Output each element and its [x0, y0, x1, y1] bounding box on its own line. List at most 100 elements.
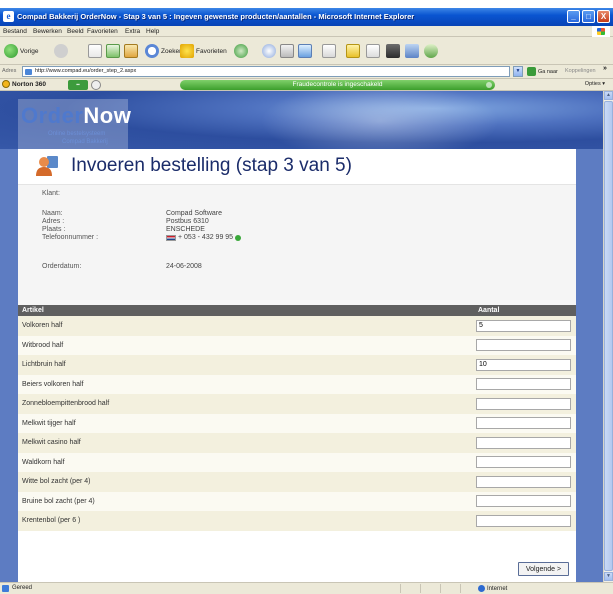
fraud-status-bar[interactable]: Fraudecontrole is ingeschakeld	[180, 80, 495, 90]
aantal-cell	[474, 394, 576, 414]
norton-safe-button[interactable]: ▪▪	[68, 80, 88, 90]
telefoon-value[interactable]: + 053 - 432 99 95	[166, 234, 242, 241]
user-icon	[36, 156, 58, 176]
norton-name: Norton 360	[12, 80, 46, 88]
toolbar: Vorige Zoeken Favorieten	[0, 38, 613, 65]
maximize-button[interactable]: □	[582, 10, 595, 23]
customer-info: Klant: Naam: Compad Software Adres : Pos…	[18, 185, 576, 305]
aantal-cell	[474, 335, 576, 355]
artikel-cell: Bruine bol zacht (per 4)	[18, 491, 474, 511]
aantal-cell	[474, 316, 576, 336]
mail-icon[interactable]	[262, 44, 276, 58]
back-button[interactable]: Vorige	[4, 43, 38, 59]
status-divider	[460, 584, 461, 593]
back-label: Vorige	[20, 47, 39, 55]
globe-icon[interactable]	[91, 80, 101, 90]
menu-beeld[interactable]: Beeld	[67, 28, 84, 35]
home-icon[interactable]	[124, 44, 138, 58]
quantity-input[interactable]	[476, 495, 571, 508]
quantity-input[interactable]	[476, 514, 571, 527]
artikel-cell: Melkwit tijger half	[18, 413, 474, 433]
close-button[interactable]: X	[597, 10, 610, 23]
quantity-input[interactable]	[476, 339, 571, 352]
aantal-cell	[474, 472, 576, 492]
menu-bar: Bestand Bewerken Beeld Favorieten Extra …	[0, 26, 613, 37]
links-label[interactable]: Koppelingen	[565, 68, 596, 74]
refresh-icon[interactable]	[106, 44, 120, 58]
table-row: Waldkorn half	[18, 452, 576, 472]
artikel-cell: Melkwit casino half	[18, 433, 474, 453]
favorites-button[interactable]: Favorieten	[180, 43, 227, 59]
aantal-cell	[474, 374, 576, 394]
history-icon[interactable]	[234, 44, 248, 58]
klant-label: Klant:	[42, 190, 60, 197]
artikel-cell: Witbrood half	[18, 335, 474, 355]
orderdatum-label: Orderdatum:	[42, 263, 82, 270]
menu-bestand[interactable]: Bestand	[3, 28, 27, 35]
minimize-button[interactable]: _	[567, 10, 580, 23]
title-bar[interactable]: e Compad Bakkerij OrderNow - Stap 3 van …	[0, 8, 613, 26]
ordernow-logo[interactable]: OrderNow Online bestelsysteem Compad Bak…	[18, 99, 131, 149]
print-icon[interactable]	[280, 44, 294, 58]
go-arrow-icon	[527, 67, 536, 76]
status-text: Gereed	[12, 585, 33, 591]
quantity-input[interactable]	[476, 319, 571, 332]
aantal-cell	[474, 433, 576, 453]
menu-help[interactable]: Help	[146, 28, 159, 35]
menu-favorieten[interactable]: Favorieten	[87, 28, 118, 35]
stop-icon[interactable]	[88, 44, 102, 58]
quantity-input[interactable]	[476, 358, 571, 371]
page-header: Invoeren bestelling (stap 3 van 5)	[18, 149, 576, 185]
artikel-cell: Beiers volkoren half	[18, 374, 474, 394]
menu-bewerken[interactable]: Bewerken	[33, 28, 62, 35]
desktop-strip	[0, 0, 613, 8]
quantity-input[interactable]	[476, 417, 571, 430]
links-more-icon[interactable]: »	[603, 65, 607, 72]
scroll-up-icon[interactable]: ▲	[604, 91, 613, 100]
search-button[interactable]: Zoeken	[145, 43, 183, 59]
address-input[interactable]: http://www.compad.eu/order_step_2.aspx	[22, 66, 510, 77]
address-dropdown-icon[interactable]: ▼	[513, 66, 523, 77]
naam-label: Naam:	[42, 210, 63, 217]
artikel-cell: Waldkorn half	[18, 452, 474, 472]
discuss-icon[interactable]	[322, 44, 336, 58]
go-button[interactable]: Ga naar	[527, 67, 558, 76]
order-page: Invoeren bestelling (stap 3 van 5) Klant…	[18, 149, 576, 582]
artikel-cell: Zonnebloempittenbrood half	[18, 394, 474, 414]
table-row: Witte bol zacht (per 4)	[18, 472, 576, 492]
next-button[interactable]: Volgende >	[518, 562, 569, 576]
plaats-label: Plaats :	[42, 226, 66, 233]
table-row: Melkwit tijger half	[18, 413, 576, 433]
col-aantal: Aantal	[474, 305, 576, 316]
aantal-cell	[474, 452, 576, 472]
research-icon[interactable]	[405, 44, 419, 58]
artikel-cell: Lichtbruin half	[18, 355, 474, 375]
ie-icon: e	[3, 11, 14, 22]
people-icon[interactable]	[424, 44, 438, 58]
norton-toolbar: Norton 360 ▪▪ Fraudecontrole is ingescha…	[0, 79, 613, 91]
logo-company: Compad Bakkerij	[62, 139, 108, 145]
quantity-input[interactable]	[476, 436, 571, 449]
artikel-cell: Witte bol zacht (per 4)	[18, 472, 474, 492]
quantity-input[interactable]	[476, 475, 571, 488]
quantity-input[interactable]	[476, 378, 571, 391]
header-banner: OrderNow Online bestelsysteem Compad Bak…	[0, 91, 603, 161]
scroll-thumb[interactable]	[604, 101, 613, 571]
page-icon[interactable]	[366, 44, 380, 58]
logo-text: OrderNow	[21, 103, 131, 129]
logo-now: Now	[83, 103, 132, 128]
options-menu[interactable]: Opties ▾	[585, 81, 605, 87]
messenger-icon[interactable]	[386, 44, 400, 58]
quantity-input[interactable]	[476, 456, 571, 469]
menu-extra[interactable]: Extra	[125, 28, 140, 35]
vertical-scrollbar[interactable]: ▲ ▼	[603, 91, 613, 582]
edit-icon[interactable]	[298, 44, 312, 58]
logo-subtitle: Online bestelsysteem	[48, 131, 106, 137]
folder-icon[interactable]	[346, 44, 360, 58]
status-bar: Gereed Internet	[0, 582, 613, 594]
quantity-input[interactable]	[476, 397, 571, 410]
aantal-cell	[474, 413, 576, 433]
scroll-down-icon[interactable]: ▼	[604, 572, 613, 581]
table-row: Krentenbol (per 6 )	[18, 511, 576, 531]
forward-button[interactable]	[54, 43, 70, 59]
